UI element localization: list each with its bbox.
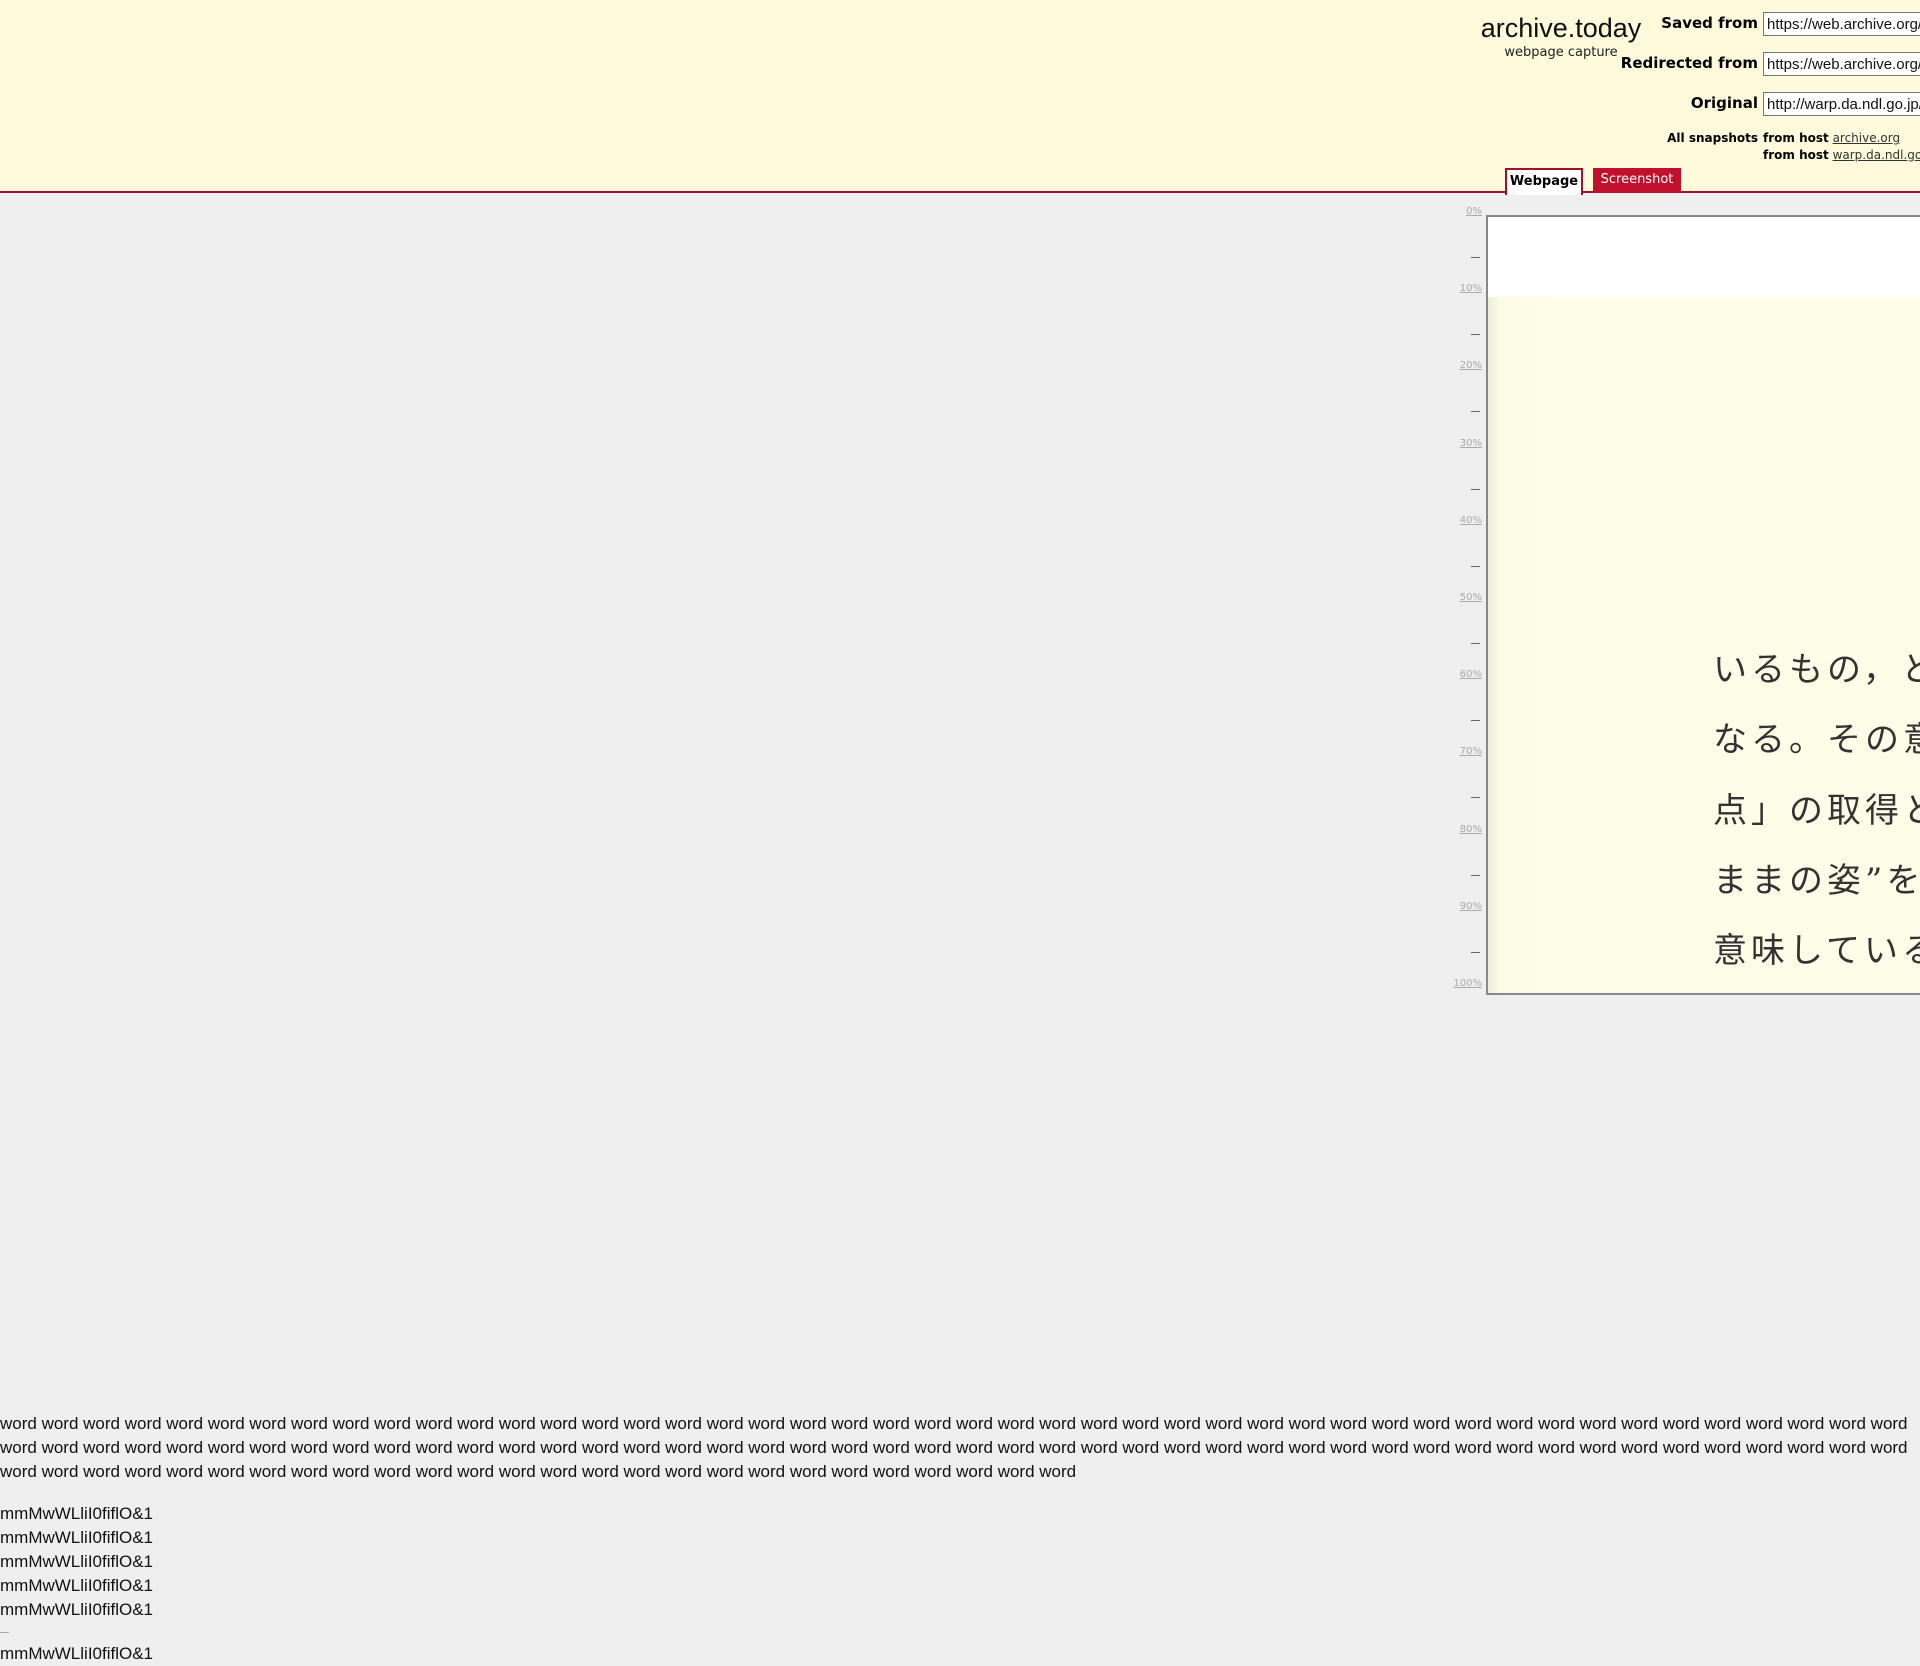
font-sample: mmMwWLliI0fiflO&1 (0, 1644, 154, 1663)
scale-percent-link[interactable]: 30% (1460, 438, 1482, 449)
tab-screenshot[interactable]: Screenshot (1593, 168, 1681, 193)
scale-percent-link[interactable]: 100% (1453, 978, 1482, 989)
redirected-from-label: Redirected from (1620, 54, 1758, 72)
font-sample: mmMwWLliI0fiflO&1 (0, 1600, 154, 1619)
preview-line: ままの姿”を (1713, 861, 1920, 901)
font-sample: mmMwWLliI0fiflO&1 (0, 1528, 154, 1547)
snapshot-prefix: from host (1763, 148, 1829, 162)
scale-tick (1471, 643, 1480, 644)
scale-percent-link[interactable]: 0% (1466, 206, 1482, 217)
scale-tick (1471, 720, 1480, 722)
scale-percent-link[interactable]: 50% (1460, 592, 1482, 603)
original-input[interactable] (1763, 92, 1920, 116)
scale-tick (1471, 334, 1480, 336)
preview-line: 点」の取得と (1713, 791, 1920, 831)
preview-line: 意味している (1713, 931, 1920, 971)
preview-line: いるもの，と (1713, 650, 1920, 690)
scale-tick (1471, 565, 1480, 567)
scale-tick (1471, 257, 1480, 258)
snapshot-host-link[interactable]: archive.org (1833, 131, 1901, 145)
font-sample: mmMwWLliI0fiflO&1 (0, 1504, 154, 1523)
saved-from-input[interactable] (1763, 12, 1920, 36)
redirected-from-input[interactable] (1763, 52, 1920, 76)
original-label: Original (1690, 94, 1758, 112)
tab-webpage[interactable]: Webpage (1505, 168, 1583, 195)
font-sample: mmMwWLliI0fiflO&1 (0, 1552, 154, 1571)
scale-percent-link[interactable]: 20% (1460, 360, 1482, 371)
saved-from-label: Saved from (1661, 14, 1758, 32)
scale-tick (1471, 874, 1480, 876)
font-test-content: word word word word word word word word … (0, 1412, 1920, 1666)
scale-percent-link[interactable]: 10% (1460, 283, 1482, 294)
scale-tick (1471, 951, 1480, 953)
scale-tick (1471, 411, 1480, 413)
snapshot-prefix: from host (1763, 131, 1829, 145)
page-preview[interactable]: いるもの，と なる。その意 点」の取得と ままの姿”を 意味している (1486, 215, 1920, 995)
scale-percent-link[interactable]: 60% (1460, 669, 1482, 680)
scale-percent-link[interactable]: 80% (1460, 824, 1482, 835)
scale-percent-link[interactable]: 70% (1460, 746, 1482, 757)
snapshot-row-archive: from host archive.org (1763, 131, 1900, 145)
snapshot-host-link[interactable]: warp.da.ndl.go.jp (1833, 148, 1920, 162)
font-sample: mmMwWLliI0fiflO&1 (0, 1576, 154, 1595)
scale-tick (1471, 797, 1480, 799)
scale-percent-link[interactable]: 40% (1460, 515, 1482, 526)
scroll-percent-scale: 0% 10% 20% 30% 40% 50% 60% 70% 80% 90% 100% (1440, 206, 1482, 996)
word-paragraph: word word word word word word word word … (0, 1414, 1908, 1481)
preview-line: なる。その意 (1713, 720, 1920, 760)
all-snapshots-label: All snapshots (1667, 131, 1758, 145)
archive-header: archive.today webpage capture Saved from… (0, 0, 1920, 195)
scale-percent-link[interactable]: 90% (1460, 901, 1482, 912)
scale-tick (1471, 488, 1480, 490)
snapshot-row-warp: from host warp.da.ndl.go.jp (1763, 148, 1920, 162)
divider (0, 1632, 9, 1633)
